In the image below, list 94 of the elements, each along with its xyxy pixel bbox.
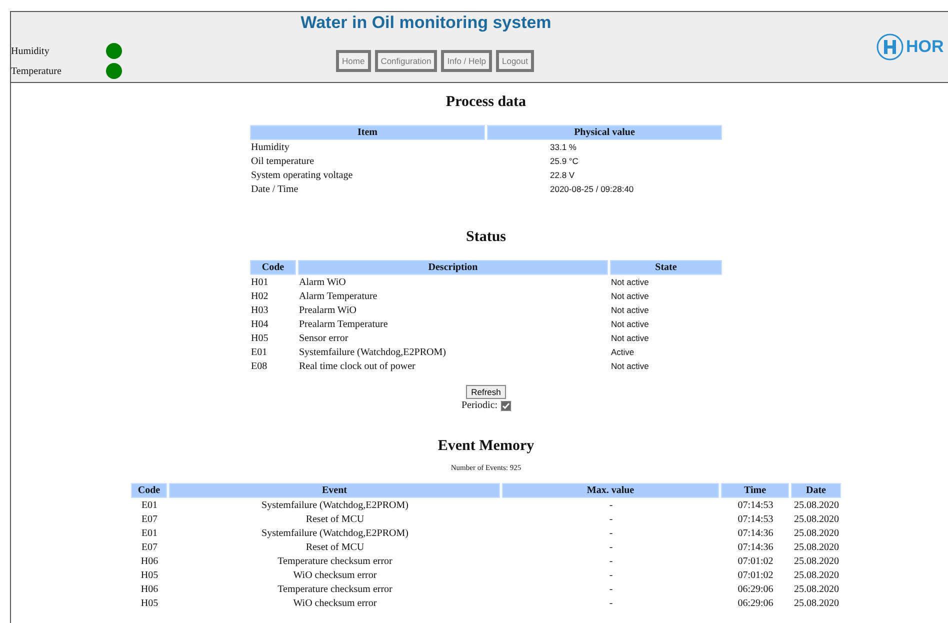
column-header: Max. value <box>502 483 719 498</box>
table-cell-text: WiO checksum error <box>292 568 378 582</box>
table-cell-text: Real time clock out of power <box>298 360 416 373</box>
table-cell-text: 07:01:02 <box>736 568 774 582</box>
table-cell-text: Systemfailure (Watchdog,E2PROM) <box>260 498 410 512</box>
table-cell-text: 07:14:36 <box>736 540 774 554</box>
column-header: Description <box>298 260 608 275</box>
table-cell-text: 06:29:06 <box>736 596 774 610</box>
section-title: Status <box>466 229 506 246</box>
table-cell-text: Not active <box>610 290 650 303</box>
table-cell-text: System operating voltage <box>250 168 354 182</box>
table-cell-text: E01 <box>140 498 159 512</box>
table-cell-text: - <box>608 554 614 568</box>
nav-button[interactable]: Logout <box>496 50 534 72</box>
table-cell-text: Sensor error <box>298 332 350 345</box>
table-cell-text: Temperature checksum error <box>276 554 394 568</box>
indicator-label: Humidity <box>11 46 50 56</box>
nav-button[interactable]: Configuration <box>374 50 438 72</box>
column-header: State <box>610 260 722 275</box>
table-cell-text: 33.1 % <box>549 141 578 154</box>
table-cell-text: H05 <box>140 596 160 610</box>
table-cell-text: H05 <box>140 568 160 582</box>
table-cell-text: 25.08.2020 <box>793 554 840 568</box>
column-header: Date <box>791 483 841 498</box>
table-cell-text: - <box>608 512 614 526</box>
table-cell-text: Systemfailure (Watchdog,E2PROM) <box>298 346 447 359</box>
table-cell-text: H06 <box>140 582 160 596</box>
column-header: Code <box>250 260 296 275</box>
table-cell-text: Prealarm Temperature <box>298 318 389 331</box>
column-header: Code <box>131 483 167 498</box>
table-cell-text: 07:14:53 <box>736 512 774 526</box>
table-cell-text: 07:14:36 <box>736 526 774 540</box>
table-cell-text: Oil temperature <box>250 154 316 168</box>
table-cell-text: E01 <box>250 346 268 359</box>
table-cell-text: 22.8 V <box>549 169 576 182</box>
table-cell-text: 07:01:02 <box>736 554 774 568</box>
table-cell-text: Systemfailure (Watchdog,E2PROM) <box>260 526 410 540</box>
table-cell-text: WiO checksum error <box>292 596 378 610</box>
table-cell-text: - <box>608 526 614 540</box>
table-cell-text: 06:29:06 <box>736 582 774 596</box>
table-cell-text: E07 <box>140 512 159 526</box>
table-cell-text: Not active <box>610 276 650 289</box>
table-cell-text: Alarm WiO <box>298 276 347 289</box>
table-cell-text: H06 <box>140 554 160 568</box>
nav-button[interactable]: Home <box>336 50 371 72</box>
table-cell-text: Humidity <box>250 140 290 154</box>
table-cell-text: - <box>608 498 614 512</box>
column-header: Time <box>721 483 789 498</box>
table-cell-text: Date / Time <box>250 182 300 196</box>
indicator-label: Temperature <box>11 66 62 76</box>
table-cell-text: E01 <box>140 526 159 540</box>
table-cell-text: - <box>608 582 614 596</box>
logo-icon <box>876 33 904 61</box>
periodic-checkbox[interactable] <box>500 400 511 410</box>
refresh-button[interactable]: Refresh <box>466 385 506 399</box>
table-cell-text: 25.08.2020 <box>793 512 840 526</box>
table-cell-text: Reset of MCU <box>304 540 366 554</box>
logo-text: HOR <box>906 37 944 57</box>
table-cell-text: Not active <box>610 360 650 373</box>
table-cell-text: 25.08.2020 <box>793 568 840 582</box>
table-cell-text: E08 <box>250 360 268 373</box>
table-cell-text: Not active <box>610 304 650 317</box>
section-title: Process data <box>446 94 526 111</box>
table-cell-text: H04 <box>250 318 270 331</box>
table-cell-text: - <box>608 596 614 610</box>
table-cell-text: 2020-08-25 / 09:28:40 <box>549 183 635 196</box>
table-cell-text: 25.08.2020 <box>793 540 840 554</box>
table-cell-text: 25.9 °C <box>549 155 580 168</box>
table-cell-text: 07:14:53 <box>736 498 774 512</box>
table-cell-text: 25.08.2020 <box>793 526 840 540</box>
table-cell-text: Temperature checksum error <box>276 582 394 596</box>
column-header: Physical value <box>487 125 722 140</box>
column-header: Item <box>250 125 485 140</box>
table-cell-text: H05 <box>250 332 270 345</box>
table-cell-text: H03 <box>250 304 270 317</box>
column-header: Event <box>169 483 500 498</box>
table-cell-text: Prealarm WiO <box>298 304 358 317</box>
table-cell-text: Not active <box>610 318 650 331</box>
table-cell-text: 25.08.2020 <box>793 582 840 596</box>
table-cell-text: 25.08.2020 <box>793 596 840 610</box>
table-cell-text: - <box>608 540 614 554</box>
periodic-label: Periodic: <box>461 400 498 411</box>
table-cell-text: E07 <box>140 540 159 554</box>
table-cell-text: 25.08.2020 <box>793 498 840 512</box>
table-cell-text: Not active <box>610 332 650 345</box>
section-title: Event Memory <box>438 438 534 455</box>
page-title: Water in Oil monitoring system <box>300 12 552 33</box>
table-cell-text: Active <box>610 346 636 359</box>
table-cell-text: Reset of MCU <box>304 512 366 526</box>
table-cell-text: H02 <box>250 290 270 303</box>
table-cell-text: Alarm Temperature <box>298 290 378 303</box>
nav-button[interactable]: Info / Help <box>441 50 492 72</box>
table-cell-text: - <box>608 568 614 582</box>
table-cell-text: H01 <box>250 276 270 289</box>
